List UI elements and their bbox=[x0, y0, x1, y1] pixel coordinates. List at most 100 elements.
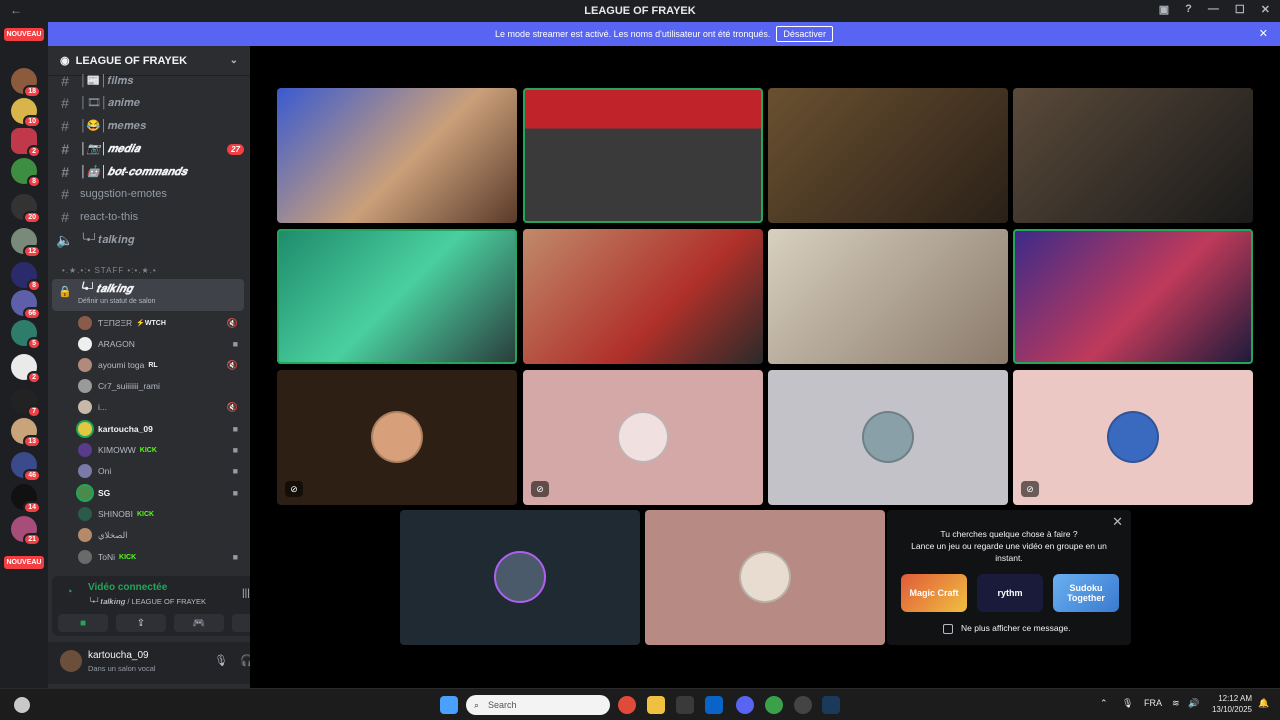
avatar-tile[interactable] bbox=[645, 510, 885, 645]
channel-item[interactable]: # suggstion-emotes bbox=[56, 183, 244, 205]
channel-item[interactable]: # │🎞│𝒂𝒏𝒊𝒎𝒆 bbox=[56, 92, 244, 114]
channel-item[interactable]: # react-to-this bbox=[56, 206, 244, 228]
set-channel-status[interactable]: Définir un statut de salon bbox=[78, 298, 155, 305]
video-tile[interactable] bbox=[523, 229, 763, 364]
channel-item-unread[interactable]: # │🤖│𝒃𝒐𝒕-𝒄𝒐𝒎𝒎𝒂𝒏𝒅𝒔 bbox=[56, 161, 244, 183]
wifi-icon[interactable]: ≋ bbox=[1172, 698, 1180, 709]
server-icon[interactable]: 8 bbox=[11, 158, 41, 188]
discord-icon[interactable] bbox=[736, 696, 754, 714]
video-tile[interactable] bbox=[768, 229, 1008, 364]
voice-member[interactable]: i... 🔇 bbox=[78, 398, 238, 416]
disable-streamer-button[interactable]: Désactiver bbox=[776, 26, 833, 42]
server-icon[interactable]: 5 bbox=[11, 320, 41, 350]
voice-channel-item[interactable]: 🔈 ╰•┘𝒕𝒂𝒍𝒌𝒊𝒏𝒈 bbox=[56, 229, 244, 251]
server-icon-active[interactable]: 2 bbox=[11, 128, 41, 158]
maximize-icon[interactable]: ☐ bbox=[1235, 3, 1245, 16]
voice-member[interactable]: الصخلاي bbox=[78, 526, 238, 544]
game-magic-craft[interactable]: Magic Craft bbox=[901, 574, 967, 612]
server-icon[interactable]: 20 bbox=[11, 194, 41, 224]
server-icon[interactable]: 8 bbox=[11, 262, 41, 292]
chevron-down-icon[interactable]: ⌄ bbox=[230, 55, 238, 66]
chevron-up-icon[interactable]: ⌃ bbox=[1100, 698, 1108, 709]
video-icon: ■ bbox=[232, 466, 238, 476]
store-icon[interactable] bbox=[676, 696, 694, 714]
file-explorer-icon[interactable] bbox=[647, 696, 665, 714]
voice-member[interactable]: KIMOWW KICK ■ bbox=[78, 441, 238, 459]
server-icon[interactable]: 66 bbox=[11, 290, 41, 320]
hash-icon: # bbox=[61, 209, 69, 225]
inbox-icon[interactable]: ▣ bbox=[1159, 3, 1169, 16]
video-tile-speaking[interactable] bbox=[523, 88, 763, 223]
server-icon[interactable]: 14 bbox=[11, 484, 41, 514]
clock[interactable]: 12:12 AM 13/10/2025 bbox=[1212, 693, 1252, 715]
server-icon[interactable]: 7 bbox=[11, 388, 41, 418]
video-tile[interactable] bbox=[768, 88, 1008, 223]
dont-show-label[interactable]: Ne plus afficher ce message. bbox=[961, 623, 1070, 633]
camera-button[interactable]: ■ bbox=[58, 614, 108, 632]
chrome-icon[interactable] bbox=[618, 696, 636, 714]
username[interactable]: kartoucha_09 bbox=[88, 650, 149, 661]
server-icon[interactable]: 21 bbox=[11, 516, 41, 546]
server-icon[interactable]: 12 bbox=[11, 228, 41, 258]
volume-icon[interactable]: 🔊 bbox=[1188, 698, 1199, 709]
voice-member[interactable]: SHINOBI KICK bbox=[78, 505, 238, 523]
notifications-icon[interactable]: 🔔 bbox=[1258, 698, 1269, 709]
minimize-icon[interactable]: — bbox=[1208, 3, 1219, 16]
voice-member[interactable]: kartoucha_09 ■ bbox=[78, 420, 238, 438]
outlook-icon[interactable] bbox=[705, 696, 723, 714]
video-tile[interactable] bbox=[277, 88, 517, 223]
avatar-tile[interactable] bbox=[400, 510, 640, 645]
app-icon[interactable] bbox=[794, 696, 812, 714]
avatar-tile[interactable]: ⊘ bbox=[523, 370, 763, 505]
language-indicator[interactable]: FRA bbox=[1144, 698, 1162, 708]
video-tile[interactable] bbox=[1013, 88, 1253, 223]
activities-button[interactable]: 🎮 bbox=[174, 614, 224, 632]
channel-item[interactable]: # │😂│𝒎𝒆𝒎𝒆𝒔 bbox=[56, 115, 244, 137]
game-sudoku[interactable]: Sudoku Together bbox=[1053, 574, 1119, 612]
close-window-icon[interactable]: ✕ bbox=[1261, 3, 1270, 16]
video-tile-speaking[interactable] bbox=[1013, 229, 1253, 364]
screen-share-button[interactable]: ⇪ bbox=[116, 614, 166, 632]
voice-member[interactable]: ƬΞΠƧΞR ⚡WTCH 🔇 bbox=[78, 314, 238, 332]
server-icon[interactable]: 46 bbox=[11, 452, 41, 482]
server-icon[interactable]: 2 bbox=[11, 354, 41, 384]
close-icon[interactable]: ✕ bbox=[1112, 514, 1123, 530]
avatar-tile[interactable]: ⊘ bbox=[1013, 370, 1253, 505]
category-header[interactable]: •.★.•:• STAFF •:•.★.• bbox=[62, 266, 157, 275]
voice-member[interactable]: ToNi KICK ■ bbox=[78, 548, 238, 566]
noise-suppression-icon[interactable]: ||| bbox=[242, 588, 250, 599]
video-icon: ■ bbox=[232, 339, 238, 349]
active-voice-channel[interactable]: 🔒 ╰•┘𝒕𝒂𝒍𝒌𝒊𝒏𝒈 Définir un statut de salon bbox=[52, 279, 244, 311]
avatar-tile[interactable] bbox=[768, 370, 1008, 505]
voice-member[interactable]: SG ■ bbox=[78, 484, 238, 502]
muted-icon: 🔇 bbox=[226, 359, 238, 370]
channel-item-unread[interactable]: # │📷│𝒎𝒆𝒅𝒊𝒂 27 bbox=[56, 138, 244, 160]
server-icon[interactable]: 10 bbox=[11, 98, 41, 128]
server-icon[interactable]: 13 bbox=[11, 418, 41, 448]
avatar bbox=[78, 358, 92, 372]
voice-member[interactable]: ayoumi toga RL 🔇 bbox=[78, 356, 238, 374]
back-arrow-icon[interactable]: ← bbox=[10, 3, 22, 17]
dont-show-checkbox[interactable] bbox=[943, 624, 953, 634]
channel-item[interactable]: # │📰│𝒇𝒊𝒍𝒎𝒔 bbox=[56, 70, 244, 92]
start-icon[interactable] bbox=[440, 696, 458, 714]
microphone-icon[interactable]: 🎙 bbox=[214, 654, 228, 667]
video-tile-speaking[interactable] bbox=[277, 229, 517, 364]
search-icon: ⌕ bbox=[474, 700, 480, 710]
mention-badge: 27 bbox=[227, 143, 244, 155]
avatar-tile[interactable]: ⊘ bbox=[277, 370, 517, 505]
server-icon[interactable]: 18 bbox=[11, 68, 41, 98]
close-banner-icon[interactable]: ✕ bbox=[1259, 27, 1268, 40]
taskbar-search[interactable]: ⌕ Search bbox=[466, 695, 610, 715]
chrome-profile-icon[interactable] bbox=[765, 696, 783, 714]
connection-location[interactable]: ╰•┘𝒕𝒂𝒍𝒌𝒊𝒏𝒈 / LEAGUE OF FRAYEK bbox=[88, 597, 206, 607]
help-icon[interactable]: ? bbox=[1185, 3, 1192, 16]
game-rythm[interactable]: rythm bbox=[977, 574, 1043, 612]
user-avatar[interactable] bbox=[60, 650, 82, 672]
widgets-icon[interactable] bbox=[14, 697, 30, 713]
steam-icon[interactable] bbox=[822, 696, 840, 714]
microphone-tray-icon[interactable]: 🎙 bbox=[1122, 698, 1133, 709]
voice-member[interactable]: Cr7_suiiiiiii_rami bbox=[78, 377, 238, 395]
voice-member[interactable]: Oni ■ bbox=[78, 462, 238, 480]
voice-member[interactable]: ARAGON ■ bbox=[78, 335, 238, 353]
